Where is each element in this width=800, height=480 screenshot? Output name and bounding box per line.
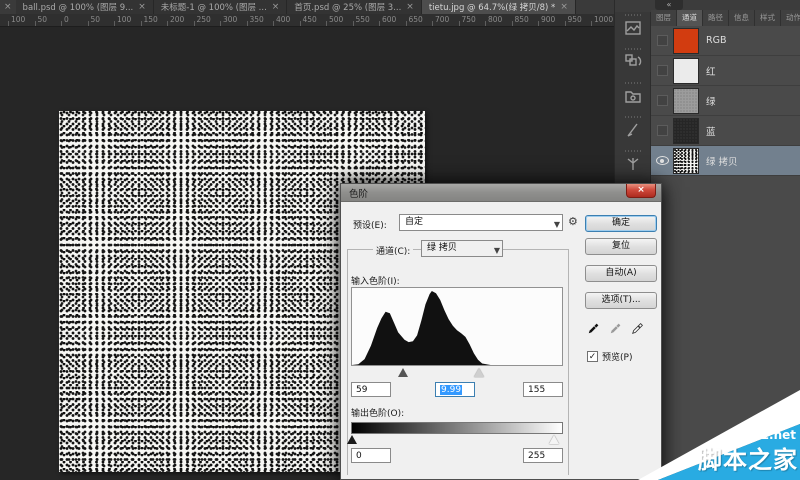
channel-thumbnail [673,28,699,54]
reset-button[interactable]: 复位 [585,238,657,255]
channel-label: 红 [706,64,716,78]
gray-point-eyedropper-icon[interactable] [609,321,623,335]
channel-thumbnail [673,88,699,114]
auto-button[interactable]: 自动(A) [585,265,657,282]
document-tab[interactable]: ball.psd @ 100% (图层 9... × [16,0,154,14]
ok-button[interactable]: 确定 [585,215,657,232]
channel-row-蓝[interactable]: 蓝 [651,116,800,146]
gear-icon[interactable]: ⚙ [568,215,578,228]
libraries-panel-icon[interactable] [615,80,651,114]
options-button[interactable]: 选项(T)... [585,292,657,309]
input-levels-label: 输入色阶(I): [351,274,400,287]
clone-source-panel-icon[interactable] [615,46,651,80]
output-levels-label: 输出色阶(O): [351,406,404,419]
output-black-field[interactable]: 0 [351,448,391,463]
visibility-toggle[interactable] [651,95,673,106]
close-icon[interactable]: × [272,2,280,12]
channel-label: 通道(C): [373,244,413,257]
close-icon[interactable]: × [560,2,568,12]
channel-thumbnail [673,58,699,84]
panel-tab-动作[interactable]: 动作 [781,10,800,26]
channels-panel: 图层通道路径信息样式动作 RGB 红绿蓝绿 拷贝 [651,10,800,480]
input-gamma-field[interactable]: 9.99 [435,382,475,397]
document-tab-label: 首页.psd @ 25% (图层 3... [294,1,401,13]
document-tab-label: 未标题-1 @ 100% (图层 ... [161,1,267,13]
brush-panel-icon[interactable] [615,114,651,148]
document-tab-label: ball.psd @ 100% (图层 9... [23,1,134,13]
channel-label: 绿 拷贝 [706,154,738,168]
preset-select[interactable]: 自定 ▼ [399,214,563,231]
tool-presets-panel-icon[interactable] [615,148,651,182]
output-white-field[interactable]: 255 [523,448,563,463]
panel-tab-图层[interactable]: 图层 [651,10,677,26]
black-point-eyedropper-icon[interactable] [587,321,601,335]
channel-select[interactable]: 绿 拷贝 ▼ [421,240,503,257]
document-tab-active[interactable]: tietu.jpg @ 64.7%(绿 拷贝/8) * × [422,0,576,14]
adjustments-panel-icon[interactable] [615,12,651,46]
close-icon[interactable]: × [0,0,16,14]
dialog-title: 色阶 [341,186,368,200]
visibility-toggle[interactable] [651,35,673,46]
document-tabbar: × ball.psd @ 100% (图层 9...×未标题-1 @ 100% … [0,0,614,14]
channel-row-绿 拷贝[interactable]: 绿 拷贝 [651,146,800,176]
document-tab[interactable]: 未标题-1 @ 100% (图层 ... × [154,0,288,14]
preview-checkbox[interactable]: ✓ [587,351,598,362]
close-icon[interactable]: × [138,2,146,12]
panel-tab-样式[interactable]: 样式 [755,10,781,26]
channel-list: RGB 红绿蓝绿 拷贝 [651,26,800,176]
channel-value: 绿 拷贝 [427,243,457,253]
visibility-toggle[interactable] [651,125,673,136]
preview-label: 预览(P) [602,350,632,363]
chevron-down-icon: ▼ [494,243,500,258]
channel-row-红[interactable]: 红 [651,56,800,86]
panel-tab-路径[interactable]: 路径 [703,10,729,26]
input-shadow-slider[interactable] [398,368,409,377]
channel-label: RGB [706,35,726,46]
preset-value: 自定 [405,217,423,227]
visibility-eye-icon[interactable] [651,156,673,165]
input-black-field[interactable]: 59 [351,382,391,397]
channel-label: 绿 [706,94,716,108]
channel-thumbnail [673,148,699,174]
channel-thumbnail [673,118,699,144]
dialog-titlebar[interactable]: 色阶 × [341,184,661,202]
eyedropper-group [587,321,645,335]
document-tab-label: tietu.jpg @ 64.7%(绿 拷贝/8) * [429,1,555,13]
white-point-eyedropper-icon[interactable] [631,321,645,335]
panel-tab-通道[interactable]: 通道 [677,10,703,26]
panel-tab-信息[interactable]: 信息 [729,10,755,26]
input-highlight-slider[interactable] [474,368,485,377]
input-white-field[interactable]: 155 [523,382,563,397]
output-black-slider[interactable] [347,435,357,444]
channel-row-RGB[interactable]: RGB [651,26,800,56]
output-white-slider[interactable] [549,435,559,444]
document-tab[interactable]: 首页.psd @ 25% (图层 3... × [287,0,422,14]
visibility-toggle[interactable] [651,65,673,76]
close-icon[interactable]: × [406,2,414,12]
levels-dialog: 色阶 × 预设(E): 自定 ▼ ⚙ 确定 复位 自动(A) 选项(T)... … [340,183,662,480]
dialog-close-button[interactable]: × [626,184,656,198]
histogram [351,287,563,366]
output-gradient-bar [351,422,563,434]
horizontal-ruler[interactable]: 1005005010015020025030035040045050055060… [0,14,614,27]
channel-label: 蓝 [706,124,716,138]
panel-tab-row: 图层通道路径信息样式动作 [651,10,800,26]
channel-row-绿[interactable]: 绿 [651,86,800,116]
chevron-down-icon: ▼ [554,217,560,232]
collapse-panels-icon[interactable]: « [655,0,683,10]
preview-row: ✓ 预览(P) [587,350,632,363]
preset-label: 预设(E): [353,218,387,231]
